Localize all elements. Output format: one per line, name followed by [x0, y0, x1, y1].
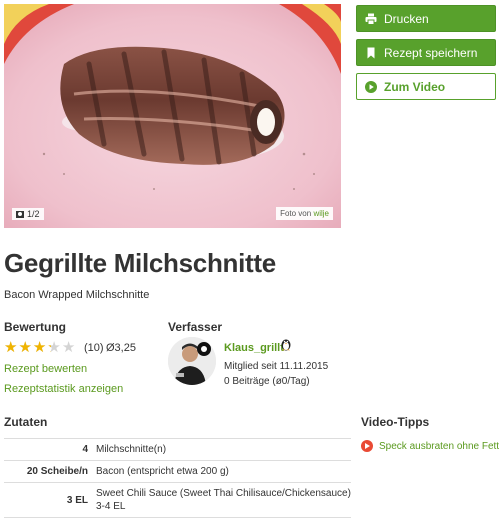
recipe-photo[interactable]: 1/2 Foto von wilje: [4, 4, 341, 228]
photo-credit: Foto von wilje: [276, 207, 333, 220]
star-rating[interactable]: ★★★★★★★★★★: [4, 340, 75, 355]
rating-average: Ø3,25: [106, 342, 136, 354]
star-icon[interactable]: ★★: [4, 340, 17, 355]
author-avatar[interactable]: [168, 337, 216, 385]
photo-counter: 1/2: [12, 208, 44, 220]
penguin-badge-icon: [279, 337, 293, 351]
star-icon[interactable]: ★★: [18, 340, 31, 355]
ingredients-heading: Zutaten: [4, 415, 48, 429]
author-heading: Verfasser: [168, 320, 223, 334]
ingredient-amount: 20 Scheibe/n: [4, 460, 92, 483]
video-button[interactable]: Zum Video: [356, 73, 496, 100]
recipe-stats-link[interactable]: Rezeptstatistik anzeigen: [4, 383, 123, 395]
video-tip-link[interactable]: Speck ausbraten ohne Fett: [361, 440, 499, 452]
photo-credit-prefix: Foto von: [280, 209, 312, 218]
rate-recipe-link[interactable]: Rezept bewerten: [4, 363, 87, 375]
ingredient-name: Bacon (entspricht etwa 200 g): [92, 460, 351, 483]
ingredient-amount: 3 EL: [4, 482, 92, 518]
play-icon: [361, 440, 373, 452]
printer-icon: [365, 13, 377, 25]
ingredient-row: 3 EL Sweet Chili Sauce (Sweet Thai Chilis…: [4, 482, 351, 518]
ingredient-name: Sweet Chili Sauce (Sweet Thai Chilisauce…: [92, 482, 351, 518]
ingredient-row: 4 Milchschnitte(n): [4, 438, 351, 461]
ingredient-row: 20 Scheibe/n Bacon (entspricht etwa 200 g…: [4, 460, 351, 483]
play-circle-icon: [365, 80, 377, 93]
star-icon[interactable]: ★★: [47, 340, 60, 355]
recipe-title: Gegrillte Milchschnitte: [4, 248, 276, 278]
print-button-label: Drucken: [384, 11, 429, 26]
author-posts: 0 Beiträge (ø0/Tag): [224, 376, 310, 387]
recipe-subtitle: Bacon Wrapped Milchschnitte: [4, 289, 150, 301]
author-name-link[interactable]: Klaus_grillt: [224, 342, 284, 354]
star-icon[interactable]: ★★: [62, 340, 75, 355]
camera-icon: [16, 210, 24, 218]
video-button-label: Zum Video: [384, 79, 446, 94]
ingredient-name: Milchschnitte(n): [92, 438, 351, 461]
bookmark-icon: [365, 47, 377, 59]
ingredient-amount: 4: [4, 438, 92, 461]
save-recipe-button[interactable]: Rezept speichern: [356, 39, 496, 66]
video-tip-label: Speck ausbraten ohne Fett: [379, 440, 500, 452]
rating-count: (10): [84, 342, 104, 354]
print-button[interactable]: Drucken: [356, 5, 496, 32]
video-tips-heading: Video-Tipps: [361, 415, 430, 429]
author-member-since: Mitglied seit 11.11.2015: [224, 361, 329, 372]
ingredients-table: 4 Milchschnitte(n) 20 Scheibe/n Bacon (ents…: [4, 438, 351, 518]
photo-counter-text: 1/2: [27, 209, 40, 219]
star-icon[interactable]: ★★: [33, 340, 46, 355]
photo-credit-user[interactable]: wilje: [313, 209, 329, 218]
photo-bacon-wrapped-milchschnitte: [4, 4, 341, 228]
rating-heading: Bewertung: [4, 320, 67, 334]
save-recipe-button-label: Rezept speichern: [384, 45, 478, 60]
